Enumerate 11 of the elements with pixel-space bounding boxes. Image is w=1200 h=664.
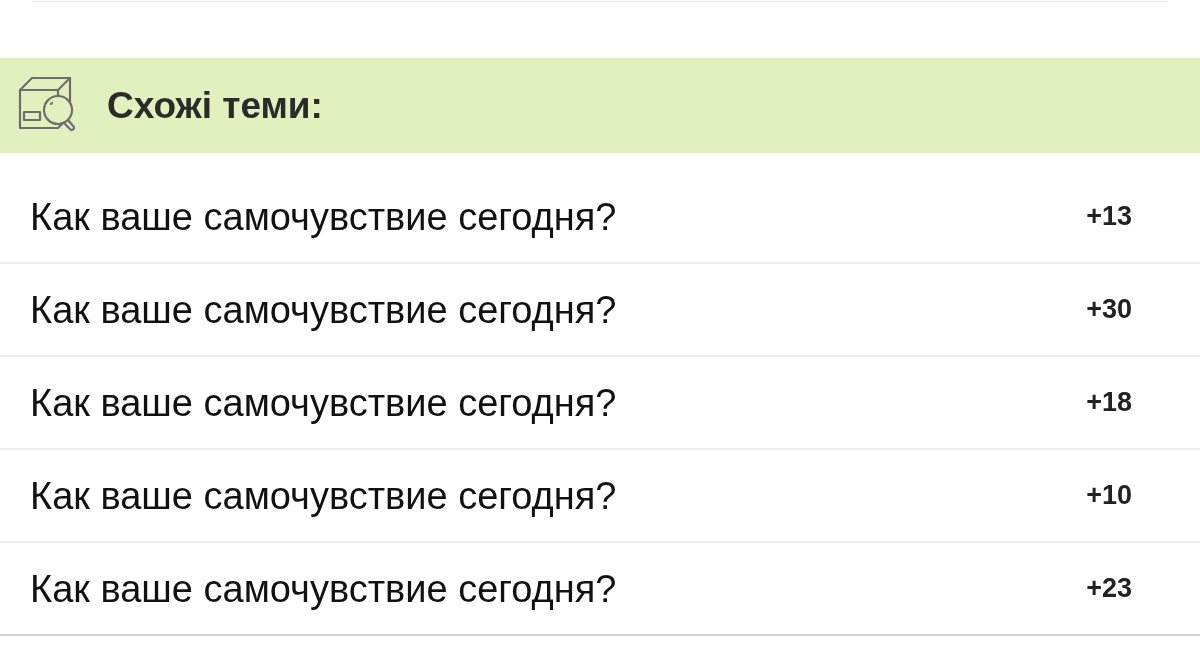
topic-link[interactable]: Как ваше самочувствие сегодня? [30,569,617,608]
topic-link[interactable]: Как ваше самочувствие сегодня? [30,290,617,329]
topic-link[interactable]: Как ваше самочувствие сегодня? [30,476,617,515]
topic-count: +10 [1086,482,1132,509]
topic-count: +23 [1086,575,1132,602]
topic-link[interactable]: Как ваше самочувствие сегодня? [30,383,617,422]
topic-count: +30 [1086,296,1132,323]
topic-count: +18 [1086,389,1132,416]
section-title: Схожі теми: [107,87,323,124]
topic-link[interactable]: Как ваше самочувствие сегодня? [30,197,617,236]
topic-count: +13 [1086,203,1132,230]
